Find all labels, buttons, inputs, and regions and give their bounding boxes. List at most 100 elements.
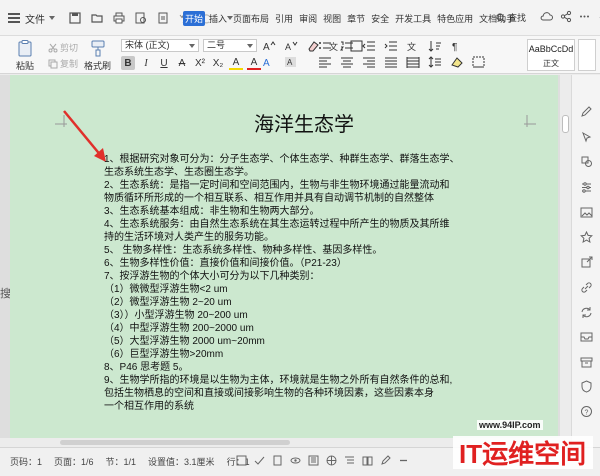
copy-label: 复制	[60, 59, 79, 69]
vertical-scrollbar[interactable]	[560, 75, 571, 447]
shrink-font-icon[interactable]: A	[284, 40, 298, 52]
left-edge-glyph: 搜	[0, 288, 11, 300]
align-left-icon[interactable]	[318, 56, 332, 68]
format-painter-button[interactable]: 格式刷	[84, 39, 111, 72]
pen-icon[interactable]	[580, 105, 593, 118]
web-view-icon[interactable]	[325, 454, 337, 466]
paragraph-tools-row1: 文 ¶	[318, 40, 472, 52]
image-icon[interactable]	[580, 206, 593, 219]
borders-icon[interactable]	[472, 56, 486, 68]
search-button[interactable]: 查找	[496, 11, 526, 24]
font-size-select[interactable]: 二号	[203, 39, 257, 52]
text-line: 7、按浮游生物的个体大小可分为以下几种类别：	[104, 271, 320, 282]
document-area[interactable]: 搜 海洋生态学 1、根据研究对象可分为：分子生态学、个体生态学、种群生态学、群落…	[0, 75, 571, 447]
tab-section[interactable]: 章节	[345, 11, 367, 26]
tab-home[interactable]: 开始	[183, 11, 206, 26]
paste-button[interactable]: 粘贴	[16, 39, 34, 72]
tab-developer[interactable]: 开发工具	[393, 11, 433, 26]
text-line: 2、生态系统：是指一定时间和空间范围内，生物与非生物环境通过能量流动和	[104, 180, 450, 191]
eye-protection-icon[interactable]	[289, 454, 301, 466]
document-check-icon[interactable]	[271, 454, 283, 466]
bold-button[interactable]: B	[121, 56, 135, 70]
line-spacing-icon[interactable]	[428, 56, 442, 68]
strikethrough-button[interactable]: A	[175, 56, 189, 70]
shield-icon[interactable]	[580, 380, 593, 393]
archive-icon[interactable]	[580, 356, 593, 369]
scrollbar-thumb[interactable]	[60, 440, 290, 445]
style-name: 正文	[543, 59, 559, 68]
page-view-icon[interactable]	[307, 454, 319, 466]
align-right-icon[interactable]	[362, 56, 376, 68]
zoom-out-icon[interactable]	[397, 454, 409, 466]
shapes-icon[interactable]	[580, 155, 593, 168]
grow-font-icon[interactable]: A	[262, 40, 276, 52]
svg-text:文: 文	[407, 41, 416, 52]
increase-indent-icon[interactable]	[384, 40, 398, 52]
hamburger-icon[interactable]	[8, 13, 20, 23]
export-pdf-icon[interactable]	[157, 12, 169, 24]
share-icon[interactable]	[559, 10, 572, 23]
settings-sliders-icon[interactable]	[580, 181, 593, 194]
outline-view-icon[interactable]	[343, 454, 355, 466]
search-icon	[496, 12, 506, 22]
styles-gallery-more[interactable]	[578, 39, 596, 71]
align-justify-icon[interactable]	[384, 56, 398, 68]
align-center-icon[interactable]	[340, 56, 354, 68]
tab-page-layout[interactable]: 页面布局	[231, 11, 271, 26]
highlight-button[interactable]: A	[229, 56, 243, 70]
tray-icon[interactable]	[580, 330, 593, 343]
tab-features[interactable]: 特色应用	[435, 11, 475, 26]
subscript-button[interactable]: X₂	[211, 56, 225, 70]
save-icon[interactable]	[69, 12, 81, 24]
tab-view[interactable]: 视图	[321, 11, 343, 26]
print-preview-icon[interactable]	[135, 12, 147, 24]
show-marks-icon[interactable]: ¶	[450, 40, 464, 52]
bullet-list-icon[interactable]	[318, 40, 332, 52]
sync-icon[interactable]	[580, 306, 593, 319]
document-page[interactable]: 海洋生态学 1、根据研究对象可分为：分子生态学、个体生态学、种群生态学、群落生态…	[10, 75, 558, 447]
italic-button[interactable]: I	[139, 56, 153, 70]
ribbon-tabs: 开始 插入 页面布局 引用 审阅 视图 章节 安全 开发工具 特色应用 文档助手	[183, 11, 519, 26]
style-normal[interactable]: AaBbCcDd 正文	[527, 39, 575, 71]
share-export-icon[interactable]	[580, 256, 593, 269]
pen-mode-icon[interactable]	[379, 454, 391, 466]
char-shading-icon[interactable]: A	[284, 56, 298, 68]
copy-button[interactable]: 复制	[48, 57, 78, 70]
help-icon[interactable]: ?	[580, 405, 593, 418]
print-icon[interactable]	[113, 12, 125, 24]
spell-check-icon[interactable]	[253, 454, 265, 466]
scrollbar-thumb[interactable]	[562, 115, 569, 133]
svg-text:A: A	[263, 42, 270, 52]
format-painter-icon	[91, 40, 104, 57]
superscript-button[interactable]: X²	[193, 56, 207, 70]
file-menu-label[interactable]: 文件	[25, 11, 45, 26]
distributed-align-icon[interactable]	[406, 56, 420, 68]
tab-review[interactable]: 审阅	[297, 11, 319, 26]
numbered-list-icon[interactable]	[340, 40, 354, 52]
cursor-select-icon[interactable]	[580, 131, 593, 144]
text-line: 物质循环所形成的一个相互联系、相互作用并具有自动调节机制的自然整体	[104, 193, 434, 204]
decrease-indent-icon[interactable]	[362, 40, 376, 52]
cloud-sync-icon[interactable]	[540, 10, 553, 23]
font-color-button[interactable]: A	[247, 56, 261, 70]
open-icon[interactable]	[91, 12, 103, 24]
tab-references[interactable]: 引用	[273, 11, 295, 26]
cut-button[interactable]: 剪切	[48, 41, 78, 54]
svg-text:A: A	[285, 42, 291, 52]
star-icon[interactable]	[580, 231, 593, 244]
word-count-icon[interactable]	[235, 454, 247, 466]
text-line: 4、生态系统服务：由自然生态系统在其生态运转过程中所产生的物质及其所维	[104, 219, 450, 230]
shading-icon[interactable]	[450, 56, 464, 68]
link-icon[interactable]	[580, 281, 593, 294]
tab-security[interactable]: 安全	[369, 11, 391, 26]
text-line: （4）中型浮游生物 200~2000 um	[104, 323, 254, 334]
font-name-select[interactable]: 宋体 (正文)	[121, 39, 199, 52]
underline-button[interactable]: U	[157, 56, 171, 70]
sort-icon[interactable]	[428, 40, 442, 52]
more-options-icon[interactable]	[578, 10, 591, 23]
chinese-layout-icon[interactable]: 文	[406, 40, 420, 52]
status-page-count[interactable]: 页面：1/6	[54, 455, 94, 468]
reading-view-icon[interactable]	[361, 454, 373, 466]
tab-insert[interactable]: 插入	[207, 11, 229, 26]
text-effect-icon[interactable]: A	[262, 56, 276, 68]
